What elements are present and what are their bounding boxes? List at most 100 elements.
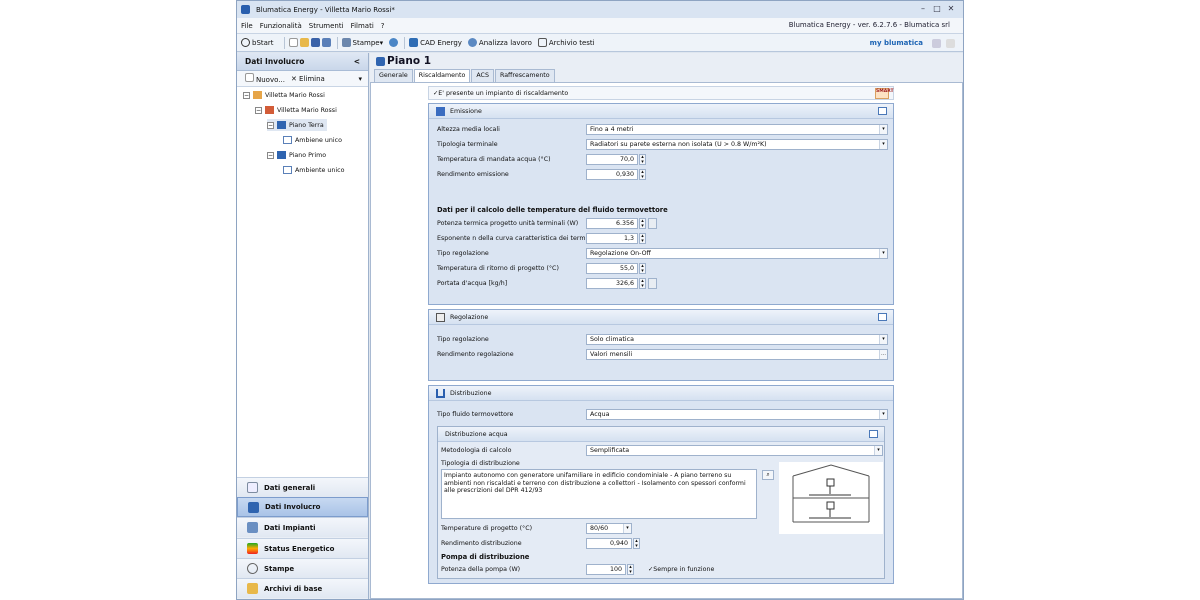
plant-icon	[247, 522, 258, 533]
nav-stampe[interactable]: Stampe	[237, 558, 368, 578]
tab-raffrescamento[interactable]: Raffrescamento	[494, 69, 555, 82]
calc-section-title: Dati per il calcolo delle temperature de…	[437, 205, 668, 214]
spin-button[interactable]: ▴ ▾	[639, 278, 646, 289]
nav-dati-impianti[interactable]: Dati Impianti	[237, 517, 368, 537]
archivio-testi-button[interactable]: Archivio testi	[537, 38, 595, 47]
calculator-icon[interactable]	[648, 218, 657, 229]
metodologia-select[interactable]: Semplificata ▾	[586, 445, 883, 456]
tipologia-terminale-select[interactable]: Radiatori su parete esterna non isolata …	[586, 139, 888, 150]
fluido-select[interactable]: Acqua ▾	[586, 409, 888, 420]
rendimento-distribuzione-input[interactable]: 0,940	[586, 538, 632, 549]
copy-icon[interactable]	[878, 313, 887, 321]
pompa-title: Pompa di distribuzione	[441, 552, 530, 561]
tipologia-textarea[interactable]: Impianto autonomo con generatore unifami…	[441, 469, 757, 519]
analizza-button[interactable]: Analizza lavoro	[467, 38, 532, 47]
tipo-regolazione-select[interactable]: Regolazione On-Off ▾	[586, 248, 888, 259]
app-logo-icon	[241, 5, 250, 14]
cad-energy-button[interactable]: CAD Energy	[409, 38, 462, 47]
spin-button[interactable]: ▴ ▾	[627, 564, 634, 575]
spin-button[interactable]: ▴ ▾	[639, 218, 646, 229]
notes-icon[interactable]	[946, 39, 955, 48]
my-blumatica-brand[interactable]: my blumatica	[870, 39, 923, 47]
calculator-icon[interactable]	[648, 278, 657, 289]
save-icon[interactable]	[310, 38, 320, 47]
emissione-header: Emissione	[429, 104, 893, 119]
altezza-select[interactable]: Fino a 4 metri ▾	[586, 124, 888, 135]
dropdown-arrow-icon[interactable]: ▾	[358, 75, 362, 83]
distribuzione-acqua-panel: Distribuzione acqua Metodologia di calco…	[437, 426, 885, 579]
left-panel: Dati Involucro < Nuovo... ✕ Elimina ▾ − Vi…	[237, 53, 369, 599]
regolazione-tipo-select[interactable]: Solo climatica ▾	[586, 334, 888, 345]
tree-node-piano-primo[interactable]: − Piano Primo	[267, 149, 326, 161]
spin-button[interactable]: ▴ ▾	[639, 154, 646, 165]
copy-icon[interactable]	[869, 430, 878, 438]
field-label: Tipo regolazione	[437, 250, 489, 257]
tree-toolbar: Nuovo... ✕ Elimina ▾	[237, 71, 368, 87]
rendimento-regolazione-select[interactable]: Valori mensili…	[586, 349, 888, 360]
spin-button[interactable]: ▴ ▾	[639, 263, 646, 274]
search-icon[interactable]: ⌕	[762, 470, 774, 480]
spin-button[interactable]: ▴ ▾	[639, 169, 646, 180]
tree-node-piano-terra[interactable]: − Piano Terra	[267, 119, 327, 131]
title-bar: Blumatica Energy - Villetta Mario Rossi*…	[237, 1, 963, 18]
floor-icon	[376, 56, 385, 66]
chevron-down-icon: ▾	[874, 446, 882, 455]
chevron-down-icon: ▾	[879, 140, 887, 149]
smart-button[interactable]: SMART	[875, 88, 894, 99]
open-folder-icon[interactable]	[299, 38, 309, 47]
menu-file[interactable]: File	[241, 22, 253, 30]
chevron-down-icon: ▾	[879, 249, 887, 258]
spin-button[interactable]: ▴ ▾	[639, 233, 646, 244]
nav-dati-involucro[interactable]: Dati Involucro	[237, 497, 368, 517]
sempre-in-funzione-checkbox[interactable]: ✓ Sempre in funzione	[648, 564, 714, 575]
minimize-icon[interactable]: –	[917, 4, 929, 13]
nuovo-button[interactable]: Nuovo...	[245, 73, 285, 84]
esponente-input[interactable]: 1,3	[586, 233, 638, 244]
emissione-section: Emissione Altezza media locali Fino a 4 …	[428, 103, 894, 305]
maximize-icon[interactable]: □	[931, 4, 943, 13]
field-label: Temperatura di ritorno di progetto (°C)	[437, 265, 559, 272]
menu-strumenti[interactable]: Strumenti	[309, 22, 344, 30]
temperatura-ritorno-input[interactable]: 55,0	[586, 263, 638, 274]
settings-icon[interactable]	[932, 39, 941, 48]
gear-icon[interactable]	[389, 38, 399, 47]
tab-riscaldamento[interactable]: Riscaldamento	[413, 69, 471, 83]
close-icon[interactable]: ✕	[945, 4, 957, 13]
tree-node-ambiente-primo[interactable]: Ambiente unico	[283, 164, 344, 176]
collapse-button[interactable]: <	[354, 57, 360, 66]
menu-help[interactable]: ?	[381, 22, 385, 30]
field-label: Potenza della pompa (W)	[441, 566, 521, 573]
copy-icon[interactable]	[878, 107, 887, 115]
tree-node-progetto[interactable]: − Villetta Mario Rossi	[243, 89, 325, 101]
bstart-button[interactable]: bStart	[241, 38, 274, 47]
nav-archivi-di-base[interactable]: Archivi di base	[237, 578, 368, 598]
temperature-progetto-select[interactable]: 80/60 ▾	[586, 523, 632, 534]
elimina-button[interactable]: ✕ Elimina	[291, 75, 325, 83]
menu-funzionalita[interactable]: Funzionalità	[260, 22, 302, 30]
room-icon	[283, 166, 292, 174]
tree-node-edificio[interactable]: − Villetta Mario Rossi	[255, 104, 337, 116]
spin-button[interactable]: ▴ ▾	[633, 538, 640, 549]
rendimento-emissione-input[interactable]: 0,930	[586, 169, 638, 180]
tab-generale[interactable]: Generale	[374, 69, 413, 82]
temperatura-mandata-input[interactable]: 70,0	[586, 154, 638, 165]
new-file-icon[interactable]	[288, 38, 298, 47]
chevron-down-icon: ▾	[879, 410, 887, 419]
tree-node-ambiente-terra[interactable]: Ambiene unico	[283, 134, 342, 146]
print-icon	[247, 563, 258, 574]
portata-acqua-input[interactable]: 326,6	[586, 278, 638, 289]
potenza-termica-input[interactable]: 6.356	[586, 218, 638, 229]
tab-acs[interactable]: ACS	[471, 69, 494, 82]
save-all-icon[interactable]	[321, 38, 331, 47]
impianto-checkbox-row[interactable]: ✓ E' presente un impianto di riscaldamen…	[428, 86, 894, 100]
potenza-pompa-input[interactable]: 100	[586, 564, 626, 575]
archive-icon	[537, 38, 547, 47]
nav-status-energetico[interactable]: Status Energetico	[237, 538, 368, 558]
field-label: Metodologia di calcolo	[441, 447, 512, 454]
field-label: Potenza termica progetto unità terminali…	[437, 220, 579, 227]
left-panel-header: Dati Involucro <	[237, 53, 368, 71]
menu-filmati[interactable]: Filmati	[351, 22, 374, 30]
field-label: Temperatura di mandata acqua (°C)	[437, 156, 551, 163]
stampe-button[interactable]: Stampe ▾	[341, 38, 383, 47]
nav-dati-generali[interactable]: Dati generali	[237, 477, 368, 497]
